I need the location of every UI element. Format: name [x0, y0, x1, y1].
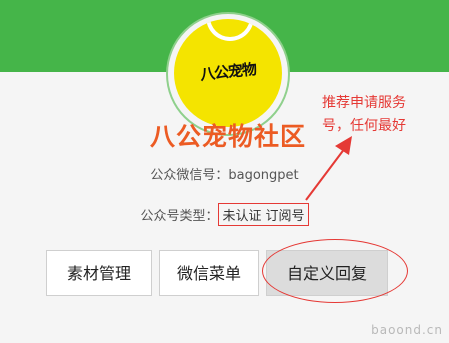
- annotation-note: 推荐申请服务 号，任何最好: [322, 92, 426, 138]
- annotation-line-2: 号，任何最好: [322, 118, 406, 134]
- watermark: baoond.cn: [371, 323, 443, 337]
- annotation-arrow-icon: [305, 136, 352, 201]
- annotation-line-1: 推荐申请服务: [322, 95, 406, 111]
